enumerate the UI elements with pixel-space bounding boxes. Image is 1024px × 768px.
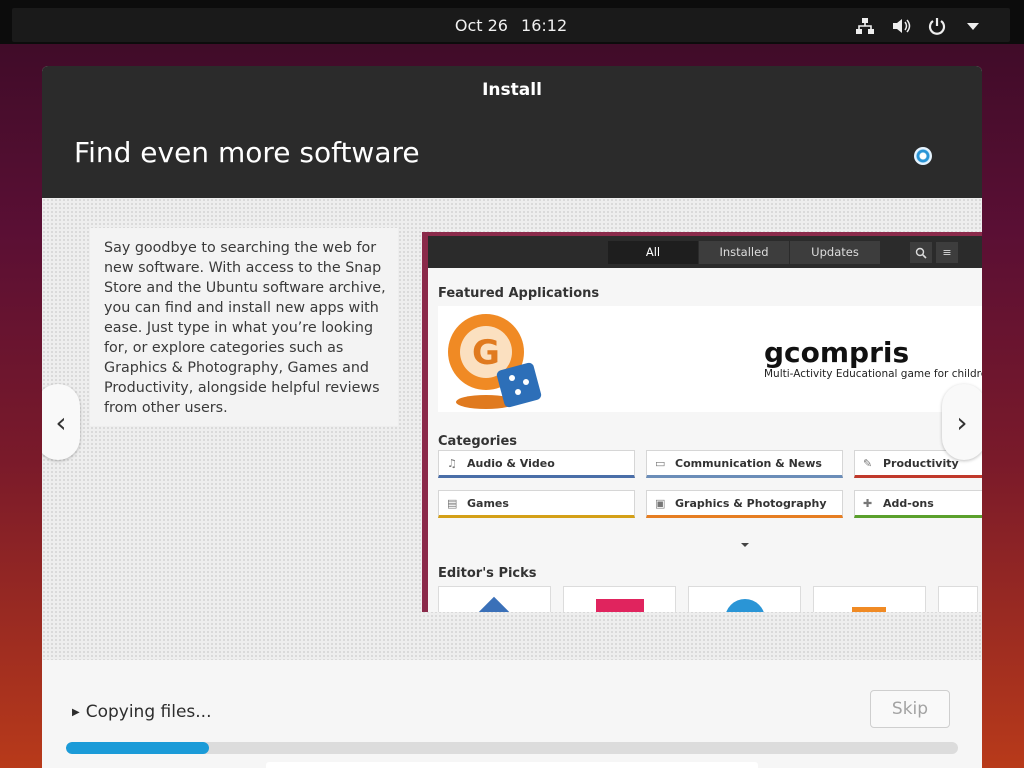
window-header: Install Find even more software <box>42 66 982 198</box>
software-tabs: All Installed Updates <box>608 241 881 264</box>
progress-fill <box>66 742 209 754</box>
power-icon[interactable] <box>926 16 948 36</box>
category-audio-video: ♫ Audio & Video <box>438 450 635 478</box>
svg-text:G: G <box>472 333 500 373</box>
software-tools: ≡ <box>910 242 958 263</box>
category-icon: ✚ <box>863 497 873 510</box>
page-title: Find even more software <box>74 136 420 169</box>
pick-card <box>688 586 801 612</box>
featured-app-name: gcompris <box>764 336 910 369</box>
category-icon: ▤ <box>447 497 458 510</box>
previous-slide-button[interactable]: ‹ <box>42 384 80 460</box>
volume-icon[interactable] <box>890 16 912 36</box>
pick-card <box>813 586 926 612</box>
progress-bar <box>66 742 958 754</box>
software-headerbar: All Installed Updates ≡ <box>428 236 982 268</box>
expander-arrow-icon[interactable]: ▶ <box>72 707 80 718</box>
category-games: ▤ Games <box>438 490 635 518</box>
menu-icon: ≡ <box>936 242 958 263</box>
skip-button[interactable]: Skip <box>870 690 950 728</box>
tab-updates: Updates <box>790 241 880 264</box>
category-icon: ✎ <box>863 457 873 470</box>
menu-arrow-icon[interactable] <box>962 16 984 36</box>
app-icon <box>472 596 516 612</box>
category-icon: ♫ <box>447 457 457 470</box>
status-text: Copying files... <box>85 702 212 722</box>
pick-card <box>563 586 676 612</box>
network-icon[interactable] <box>854 16 876 36</box>
installer-window: Install Find even more software Say good… <box>42 66 982 768</box>
category-icon: ▣ <box>655 497 666 510</box>
featured-banner: G gcompris Multi-Activity Educational ga… <box>438 306 982 412</box>
app-icon <box>852 607 886 612</box>
featured-app-tagline: Multi-Activity Educational game for chil… <box>764 368 982 380</box>
slide-description: Say goodbye to searching the web for new… <box>90 228 398 426</box>
system-tray[interactable] <box>854 16 984 36</box>
featured-heading: Featured Applications <box>438 286 600 301</box>
progress-status[interactable]: ▶ Copying files... <box>72 702 211 722</box>
editors-picks-heading: Editor's Picks <box>438 566 537 581</box>
pick-card <box>438 586 551 612</box>
app-icon <box>596 599 644 612</box>
clock-date: Oct 26 <box>454 16 508 35</box>
top-panel: Oct 26 16:12 <box>0 0 1024 44</box>
category-label: Productivity <box>883 457 959 470</box>
next-slide-button[interactable]: › <box>942 384 982 460</box>
chevron-left-icon: ‹ <box>55 405 67 439</box>
category-communication-news: ▭ Communication & News <box>646 450 843 478</box>
software-app: All Installed Updates ≡ Featured Applica… <box>428 236 982 612</box>
window-title: Install <box>482 80 542 100</box>
editors-picks <box>438 586 978 612</box>
category-label: Communication & News <box>675 457 822 470</box>
chevron-right-icon: › <box>956 405 968 439</box>
slideshow: Say goodbye to searching the web for new… <box>42 198 982 660</box>
spinner-icon <box>914 147 932 165</box>
clock-time: 16:12 <box>521 16 568 35</box>
bottom-strip <box>266 762 758 768</box>
tab-installed: Installed <box>699 241 789 264</box>
pick-card <box>938 586 978 612</box>
category-label: Audio & Video <box>467 457 555 470</box>
top-bar: Oct 26 16:12 <box>12 8 1010 42</box>
search-icon <box>910 242 932 263</box>
gcompris-logo-icon: G <box>448 314 542 409</box>
tab-all: All <box>608 241 698 264</box>
app-icon <box>725 599 765 612</box>
category-label: Games <box>467 497 509 510</box>
expand-arrow-icon <box>741 543 749 547</box>
category-label: Add-ons <box>883 497 934 510</box>
categories-heading: Categories <box>438 434 518 449</box>
category-add-ons: ✚ Add-ons <box>854 490 982 518</box>
category-icon: ▭ <box>655 457 666 470</box>
category-graphics-photography: ▣ Graphics & Photography <box>646 490 843 518</box>
category-label: Graphics & Photography <box>675 497 827 510</box>
software-screenshot: All Installed Updates ≡ Featured Applica… <box>422 232 982 612</box>
